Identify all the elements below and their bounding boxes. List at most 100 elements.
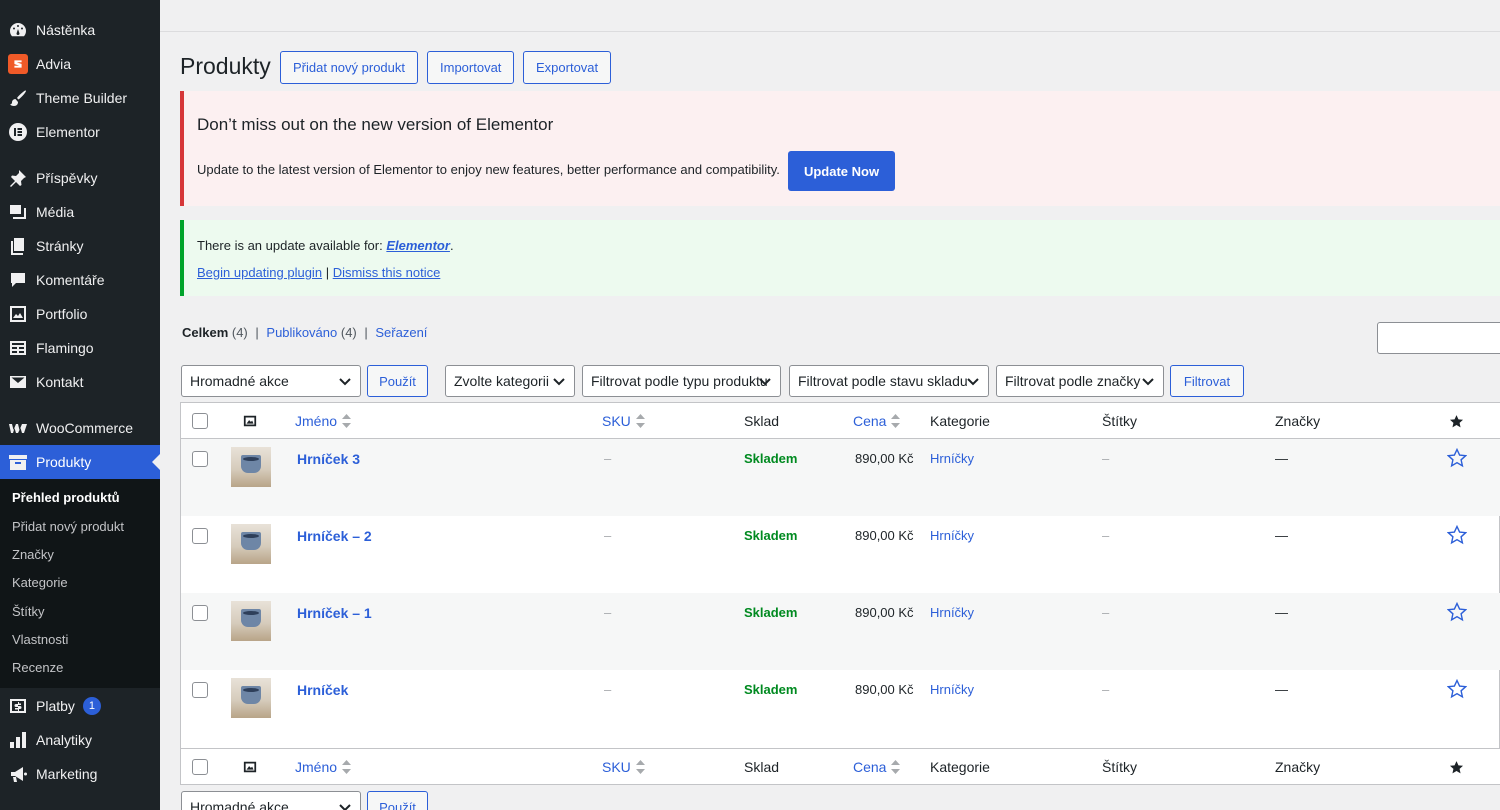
view-all-link[interactable]: Celkem: [182, 325, 228, 340]
update-actions: Begin updating plugin | Dismiss this not…: [197, 265, 440, 280]
submenu-add-product[interactable]: Přidat nový produkt: [12, 519, 124, 534]
column-stock-header: Sklad: [744, 413, 780, 429]
product-sku: –: [604, 605, 612, 620]
menu-item-woocommerce[interactable]: WooCommerce: [0, 411, 160, 445]
apply-bulk-button[interactable]: Použít: [367, 365, 428, 397]
submenu-brands[interactable]: Značky: [12, 547, 54, 562]
column-sku-footer[interactable]: SKU: [602, 749, 645, 785]
column-brands-header: Značky: [1275, 413, 1321, 429]
elementor-plugin-link[interactable]: Elementor: [386, 238, 450, 253]
menu-item-elementor[interactable]: Elementor: [0, 115, 160, 149]
menu-item-dashboard[interactable]: Nástěnka: [0, 13, 160, 47]
menu-item-portfolio[interactable]: Portfolio: [0, 297, 160, 331]
product-price: 890,00 Kč: [855, 605, 914, 620]
import-button[interactable]: Importovat: [427, 51, 515, 84]
product-sku: –: [604, 451, 612, 466]
product-type-filter-select[interactable]: Filtrovat podle typu produktu: [582, 365, 781, 397]
dashboard-icon: [0, 20, 36, 40]
submenu-attributes[interactable]: Vlastnosti: [12, 632, 68, 647]
featured-star-icon[interactable]: [1446, 678, 1468, 699]
select-all-checkbox[interactable]: [192, 413, 208, 429]
view-published-link[interactable]: Publikováno: [266, 325, 337, 340]
featured-star-icon[interactable]: [1446, 601, 1468, 622]
bulk-actions-select[interactable]: Hromadné akce: [181, 365, 361, 397]
money-icon: [0, 696, 36, 716]
advia-icon: [8, 54, 28, 74]
product-brands: —: [1275, 528, 1288, 543]
product-search-input[interactable]: [1377, 322, 1500, 354]
product-name-link[interactable]: Hrníček – 1: [297, 605, 372, 621]
row-checkbox[interactable]: [192, 682, 208, 698]
product-thumbnail[interactable]: [231, 678, 271, 718]
update-now-button[interactable]: Update Now: [788, 151, 895, 191]
product-thumbnail[interactable]: [231, 601, 271, 641]
product-category-link[interactable]: Hrníčky: [930, 605, 974, 620]
bulk-actions-select-bottom[interactable]: Hromadné akce: [181, 791, 361, 810]
row-checkbox[interactable]: [192, 605, 208, 621]
menu-label: Theme Builder: [36, 90, 128, 106]
menu-item-comments[interactable]: Komentáře: [0, 263, 160, 297]
menu-item-payments[interactable]: Platby 1: [0, 689, 160, 723]
product-name-link[interactable]: Hrníček 3: [297, 451, 360, 467]
begin-updating-link[interactable]: Begin updating plugin: [197, 265, 322, 280]
menu-item-flamingo[interactable]: Flamingo: [0, 331, 160, 365]
column-stock-footer: Sklad: [744, 759, 780, 775]
sort-icon: [891, 760, 901, 774]
submenu-categories[interactable]: Kategorie: [12, 575, 68, 590]
product-thumbnail[interactable]: [231, 524, 271, 564]
sort-icon: [342, 760, 352, 774]
notice-heading: Don’t miss out on the new version of Ele…: [197, 115, 554, 134]
row-checkbox[interactable]: [192, 528, 208, 544]
row-checkbox[interactable]: [192, 451, 208, 467]
table-row: Hrníček – 2 – Skladem 890,00 Kč Hrníčky …: [181, 516, 1500, 593]
featured-star-icon[interactable]: [1446, 447, 1468, 468]
menu-item-analytics[interactable]: Analytiky: [0, 723, 160, 757]
menu-item-media[interactable]: Média: [0, 195, 160, 229]
stock-status: Skladem: [744, 682, 798, 697]
product-category-link[interactable]: Hrníčky: [930, 682, 974, 697]
column-sku-header[interactable]: SKU: [602, 403, 645, 439]
product-thumbnail[interactable]: [231, 447, 271, 487]
product-tags: –: [1102, 605, 1110, 620]
column-name-footer[interactable]: Jméno: [295, 749, 352, 785]
menu-item-products[interactable]: Produkty: [0, 445, 160, 479]
menu-item-marketing[interactable]: Marketing: [0, 757, 160, 791]
submenu-tags[interactable]: Štítky: [12, 604, 45, 619]
menu-label: Příspěvky: [36, 170, 98, 186]
apply-bulk-button-bottom[interactable]: Použít: [367, 791, 428, 810]
menu-item-contact[interactable]: Kontakt: [0, 365, 160, 399]
column-price-footer[interactable]: Cena: [853, 749, 901, 785]
product-category-link[interactable]: Hrníčky: [930, 528, 974, 543]
archive-icon: [0, 452, 36, 472]
chevron-down-icon: [338, 800, 352, 810]
view-sorting-link[interactable]: Seřazení: [375, 325, 427, 340]
filter-button[interactable]: Filtrovat: [1170, 365, 1244, 397]
select-all-checkbox[interactable]: [192, 759, 208, 775]
featured-column-star-icon: [1449, 749, 1464, 785]
product-brands: —: [1275, 605, 1288, 620]
notice-text: Update to the latest version of Elemento…: [197, 162, 780, 177]
export-button[interactable]: Exportovat: [523, 51, 612, 84]
column-price-header[interactable]: Cena: [853, 403, 901, 439]
menu-item-advia[interactable]: Advia: [0, 47, 160, 81]
featured-star-icon[interactable]: [1446, 524, 1468, 545]
update-prefix: There is an update available for:: [197, 238, 383, 253]
product-name-link[interactable]: Hrníček – 2: [297, 528, 372, 544]
dismiss-notice-link[interactable]: Dismiss this notice: [333, 265, 441, 280]
menu-item-pages[interactable]: Stránky: [0, 229, 160, 263]
category-filter-select[interactable]: Zvolte kategorii: [445, 365, 575, 397]
pages-icon: [0, 236, 36, 256]
menu-item-posts[interactable]: Příspěvky: [0, 161, 160, 195]
product-tags: –: [1102, 682, 1110, 697]
product-tags: –: [1102, 451, 1110, 466]
add-new-product-button[interactable]: Přidat nový produkt: [280, 51, 419, 84]
column-category-header: Kategorie: [930, 413, 990, 429]
column-name-header[interactable]: Jméno: [295, 403, 352, 439]
product-name-link[interactable]: Hrníček: [297, 682, 348, 698]
submenu-reviews[interactable]: Recenze: [12, 660, 63, 675]
product-category-link[interactable]: Hrníčky: [930, 451, 974, 466]
stock-status-filter-select[interactable]: Filtrovat podle stavu skladu: [789, 365, 989, 397]
menu-item-theme-builder[interactable]: Theme Builder: [0, 81, 160, 115]
brand-filter-select[interactable]: Filtrovat podle značky: [996, 365, 1164, 397]
submenu-all-products[interactable]: Přehled produktů: [12, 490, 120, 505]
